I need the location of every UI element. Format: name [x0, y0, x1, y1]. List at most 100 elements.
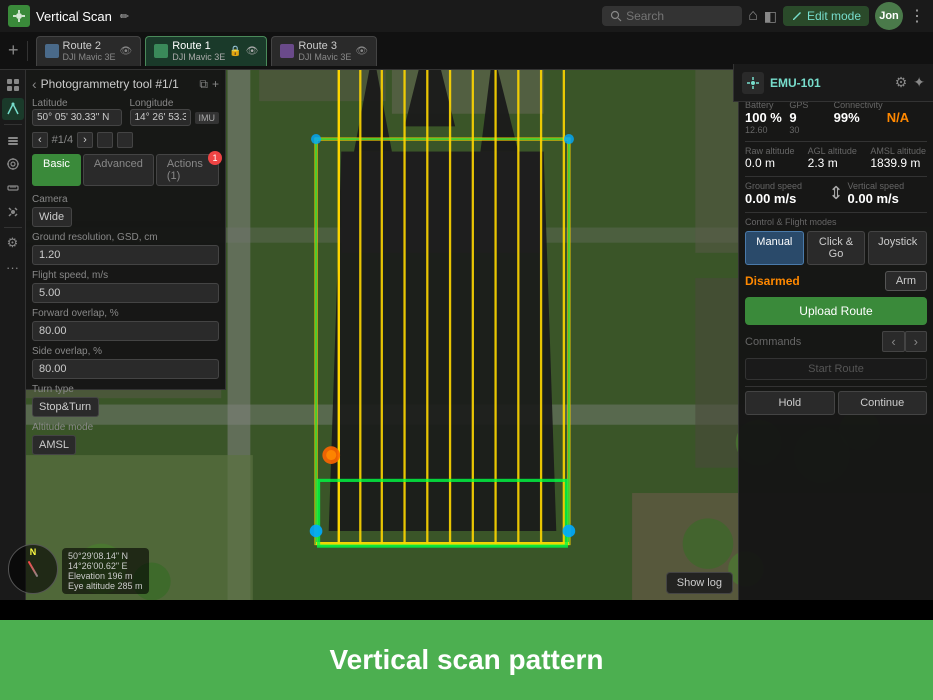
search-icon — [610, 10, 622, 22]
back-button[interactable]: ‹ — [32, 76, 37, 92]
sidebar-ruler-icon[interactable] — [2, 177, 24, 199]
app-icon — [8, 5, 30, 27]
page-info: #1/4 — [52, 134, 73, 146]
coordinates-section: Latitude Longitude IMU — [32, 98, 219, 126]
tool-panel: ‹ Photogrammetry tool #1/1 ⧉ + Latitude … — [26, 70, 226, 390]
speed-row: Ground speed 0.00 m/s ⇕ Vertical speed 0… — [745, 181, 927, 206]
user-avatar: Jon — [875, 2, 903, 30]
compass: N — [8, 544, 58, 594]
commands-next-button[interactable]: › — [905, 331, 927, 352]
search-bar[interactable] — [602, 6, 742, 26]
layers-icon[interactable]: ◧ — [764, 8, 777, 25]
page-square-button2[interactable] — [117, 132, 133, 148]
gsd-input[interactable] — [32, 245, 219, 265]
hold-button[interactable]: Hold — [745, 391, 835, 415]
lat-input[interactable] — [32, 109, 122, 126]
lng-label: Longitude — [130, 98, 220, 109]
manual-button[interactable]: Manual — [745, 231, 804, 265]
search-input[interactable] — [626, 9, 726, 23]
side-overlap-field: Side overlap, % — [32, 346, 219, 379]
altitude-row: Raw altitude 0.0 m AGL altitude 2.3 m AM… — [745, 146, 927, 170]
pencil-icon — [791, 10, 803, 22]
amsl-alt-value: 1839.9 m — [870, 156, 927, 170]
tab-advanced[interactable]: Advanced — [83, 154, 154, 186]
turn-type-select[interactable]: Stop&Turn — [32, 397, 99, 417]
altitude-mode-select[interactable]: AMSL — [32, 435, 76, 455]
speed-input[interactable] — [32, 283, 219, 303]
side-overlap-input[interactable] — [32, 359, 219, 379]
emu-settings-icon[interactable]: ⚙ — [895, 74, 908, 91]
amsl-alt: AMSL altitude 1839.9 m — [870, 146, 927, 170]
joystick-button[interactable]: Joystick — [868, 231, 927, 265]
show-log-button[interactable]: Show log — [666, 572, 733, 594]
edit-icon[interactable]: ✏ — [120, 10, 129, 23]
gps-sub: 30 — [789, 125, 829, 135]
flight-mode-buttons: Manual Click & Go Joystick — [745, 231, 927, 265]
camera-select[interactable]: Wide — [32, 207, 72, 227]
route-add-icon[interactable]: + — [8, 40, 19, 61]
edit-mode-button[interactable]: Edit mode — [783, 6, 869, 26]
divider-2 — [745, 176, 927, 177]
speed-arrow-icon: ⇕ — [828, 183, 843, 204]
left-sidebar: ⚙ ··· — [0, 70, 26, 600]
sidebar-drone-icon[interactable] — [2, 201, 24, 223]
route2-icon — [45, 44, 59, 58]
commands-prev-button[interactable]: ‹ — [882, 331, 904, 352]
continue-button[interactable]: Continue — [838, 391, 928, 415]
gps-stat: GPS 9 30 — [789, 100, 829, 135]
camera-field: Camera Wide — [32, 194, 219, 227]
route3-icon — [280, 44, 294, 58]
imu-button[interactable]: IMU — [195, 112, 220, 124]
sidebar-layers-icon[interactable] — [2, 129, 24, 151]
page-prev-button[interactable]: ‹ — [32, 132, 48, 148]
right-panel: EMU-101 ≡ Battery 100 % 12.60 GPS 9 30 C… — [738, 70, 933, 600]
click-go-button[interactable]: Click & Go — [807, 231, 866, 265]
route2-eye-icon[interactable]: 👁 — [120, 46, 133, 57]
route2-drone: DJI Mavic 3E — [63, 52, 116, 62]
more-menu-icon[interactable]: ⋮ — [909, 6, 925, 26]
route1-lock-icon[interactable]: 🔒 — [229, 46, 241, 57]
footer-text: Vertical scan pattern — [330, 644, 604, 676]
compass-north: N — [30, 547, 37, 557]
route-tab-1[interactable]: Route 1 DJI Mavic 3E 🔒 👁 — [145, 36, 267, 66]
altitude-mode-field: Altitude mode AMSL — [32, 422, 219, 455]
start-route-button[interactable]: Start Route — [745, 358, 927, 380]
compass-needle — [28, 561, 39, 578]
connectivity-value: 99% — [834, 110, 883, 125]
modes-label: Control & Flight modes — [745, 217, 927, 227]
upload-route-button[interactable]: Upload Route — [745, 297, 927, 325]
route1-name: Route 1 — [172, 40, 225, 52]
hold-continue-buttons: Hold Continue — [745, 391, 927, 415]
lng-input[interactable] — [130, 109, 191, 126]
copy-icon[interactable]: ⧉ — [199, 77, 208, 92]
page-next-button[interactable]: › — [77, 132, 93, 148]
emu-propeller-icon[interactable]: ✦ — [913, 74, 925, 91]
raw-alt: Raw altitude 0.0 m — [745, 146, 802, 170]
commands-label: Commands — [745, 336, 882, 348]
coord-elevation: Elevation 196 m — [68, 571, 143, 581]
home-icon[interactable]: ⌂ — [748, 7, 758, 25]
topbar: Vertical Scan ✏ ⌂ ◧ Edit mode Jon ⋮ — [0, 0, 933, 32]
drone-model-icon — [742, 72, 764, 94]
page-nav: ‹ #1/4 › — [32, 132, 219, 148]
sidebar-route-icon[interactable] — [2, 98, 24, 120]
route-tab-3[interactable]: Route 3 DJI Mavic 3E 👁 — [271, 36, 377, 66]
tab-basic[interactable]: Basic — [32, 154, 81, 186]
forward-overlap-input[interactable] — [32, 321, 219, 341]
route3-eye-icon[interactable]: 👁 — [355, 46, 368, 57]
sidebar-settings-icon[interactable]: ⚙ — [2, 232, 24, 254]
route1-eye-icon[interactable]: 👁 — [246, 46, 259, 57]
battery-sub: 12.60 — [745, 125, 785, 135]
close-icon[interactable]: + — [212, 77, 219, 91]
sidebar-more-icon[interactable]: ··· — [2, 256, 24, 278]
speed-field: Flight speed, m/s — [32, 270, 219, 303]
route-tabs-bar: + Route 2 DJI Mavic 3E 👁 Route 1 DJI Mav… — [0, 32, 933, 70]
route-tab-2[interactable]: Route 2 DJI Mavic 3E 👁 — [36, 36, 142, 66]
page-square-button[interactable] — [97, 132, 113, 148]
sidebar-map-icon[interactable] — [2, 74, 24, 96]
tab-actions[interactable]: Actions (1) 1 — [156, 154, 219, 186]
tool-panel-header: ‹ Photogrammetry tool #1/1 ⧉ + — [32, 76, 219, 92]
arm-button[interactable]: Arm — [885, 271, 927, 291]
sidebar-target-icon[interactable] — [2, 153, 24, 175]
turn-type-field: Turn type Stop&Turn — [32, 384, 219, 417]
